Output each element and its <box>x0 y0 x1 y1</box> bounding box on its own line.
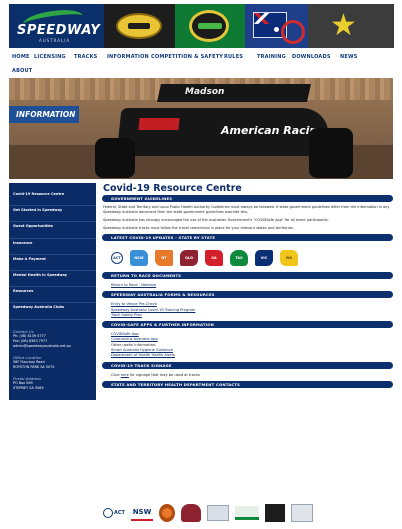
section-covidsafe-apps: COVID-SAFE APPS & FURTHER INFORMATION <box>102 321 393 329</box>
logo-subtext: AUSTRALIA <box>39 38 71 43</box>
section-government-guidelines: GOVERNMENT GUIDELINES <box>102 195 393 202</box>
state-sa-icon[interactable]: SA <box>205 250 223 272</box>
contact-info: Contact Us Ph: (08) 8139 0777 Fax: (08) … <box>9 329 96 391</box>
act-health-logo[interactable]: ACT <box>103 503 125 523</box>
australian-flag-logo[interactable] <box>245 4 308 48</box>
nav-about[interactable]: ABOUT <box>12 68 32 74</box>
nav-downloads[interactable]: DOWNLOADS <box>292 54 340 60</box>
section-health-department-contacts: STATE AND TERRITORY HEALTH DEPARTMENT CO… <box>102 380 393 388</box>
logo-text: SPEEDWAY <box>17 23 101 38</box>
link-return-to-race-national[interactable]: Return to Race - National <box>111 283 393 288</box>
sprintcar-accent <box>138 118 180 130</box>
apps-links: COVIDSafe App Coronavirus Australia App … <box>102 328 393 361</box>
sidebar-item-get-started[interactable]: Get Started in Speedway <box>9 206 96 223</box>
page-title: Covid-19 Resource Centre <box>103 183 242 194</box>
state-vic-icon[interactable]: VIC <box>255 250 273 272</box>
sprintcar-front-wheel <box>95 138 135 178</box>
tas-health-logo[interactable] <box>235 506 259 520</box>
qld-health-logo[interactable] <box>181 504 201 522</box>
section-ribbon-label: INFORMATION <box>16 110 76 119</box>
state-map-icons: ACT NSW NT QLD SA TAS VIC WA <box>102 241 393 272</box>
section-track-signage: COVID-19 TRACK SIGNAGE <box>102 361 393 369</box>
guidelines-paragraph: Federal, State and Territory and Local P… <box>103 205 390 214</box>
sidebar-item-mental-health[interactable]: Mental Health in Speedway <box>9 271 96 288</box>
nav-training[interactable]: TRAINING <box>257 54 292 60</box>
guidelines-paragraph: Speedway Australia has strongly encourag… <box>103 218 329 222</box>
link-health-alerts[interactable]: Department of Health Health Alerts <box>111 353 393 358</box>
state-wa-icon[interactable]: WA <box>280 250 298 272</box>
nsw-health-logo[interactable]: NSW <box>131 505 153 521</box>
state-nt-icon[interactable]: NT <box>155 250 173 272</box>
main-nav: HOME LICENSING TRACKS INFORMATION COMPET… <box>12 50 392 78</box>
nav-information[interactable]: INFORMATION <box>107 54 151 60</box>
header-banner: SPEEDWAY AUSTRALIA ★ <box>9 4 394 48</box>
sidebar-item-insurance[interactable]: Insurance <box>9 239 96 255</box>
postal-line-2: STEPNEY SA 5069 <box>13 385 44 390</box>
forms-links: Entry to Venue Pre-Check Speedway Austra… <box>102 298 393 321</box>
sidebar-item-make-a-payment[interactable]: Make A Payment <box>9 255 96 271</box>
hero-image: Madson American Racing INFORMATION <box>9 78 393 179</box>
state-qld-icon[interactable]: QLD <box>180 250 198 272</box>
signage-suffix: for signage that may be used at tracks <box>128 372 200 377</box>
signage-prefix: Click <box>111 372 121 377</box>
state-nsw-icon[interactable]: NSW <box>130 250 148 272</box>
nav-rules[interactable]: RULES <box>224 54 257 60</box>
wa-health-logo[interactable] <box>291 504 313 522</box>
sprintcar-rear-wheel <box>309 128 353 178</box>
sprintcar-series-logo[interactable] <box>175 4 245 48</box>
nav-licensing[interactable]: LICENSING <box>34 54 74 60</box>
signage-here-link[interactable]: here <box>121 373 129 377</box>
sidebar-item-covid-resource-centre[interactable]: Covid-19 Resource Centre <box>9 190 96 207</box>
star-series-logo[interactable]: ★ <box>308 4 394 48</box>
wing-text: Madson <box>185 87 225 97</box>
sidebar-item-clubs[interactable]: Speedway Australia Clubs <box>9 303 96 320</box>
section-return-to-race: RETURN TO RACE DOCUMENTS <box>102 272 393 279</box>
sidebar-item-resources[interactable]: Resources <box>9 287 96 304</box>
section-state-updates: LATEST COVID-19 UPDATES - STATE BY STATE <box>102 234 393 241</box>
link-track-safety-plan[interactable]: Track Safety Plan <box>111 313 393 318</box>
sidebar-nav: Covid-19 Resource Centre Get Started in … <box>9 183 96 320</box>
section-ribbon: INFORMATION <box>9 106 79 123</box>
sidebar-item-guest-opportunities[interactable]: Guest Opportunities <box>9 222 96 239</box>
main-content: Covid-19 Resource Centre GOVERNMENT GUID… <box>102 183 393 388</box>
nav-competition-safety[interactable]: COMPETITION & SAFETY <box>151 54 224 60</box>
state-tas-icon[interactable]: TAS <box>230 250 248 272</box>
sidebar: Covid-19 Resource Centre Get Started in … <box>9 183 96 400</box>
sprintcar-wing <box>157 84 311 102</box>
signage-text: Click here for signage that may be used … <box>102 369 393 381</box>
return-to-race-links: Return to Race - National <box>102 279 393 291</box>
vic-health-logo[interactable] <box>265 504 285 522</box>
nt-health-logo[interactable] <box>159 504 175 522</box>
nav-news[interactable]: NEWS <box>340 54 358 60</box>
nav-tracks[interactable]: TRACKS <box>74 54 107 60</box>
state-act-icon[interactable]: ACT <box>111 250 123 272</box>
speedway-australia-logo[interactable]: SPEEDWAY AUSTRALIA <box>9 4 104 48</box>
health-department-logos: ACT NSW <box>103 500 393 526</box>
world-series-sprintcars-logo[interactable] <box>104 4 175 48</box>
nav-home[interactable]: HOME <box>12 54 34 60</box>
section-forms-resources: SPEEDWAY AUSTRALIA FORMS & RESOURCES <box>102 291 393 299</box>
government-guidelines-text: Federal, State and Territory and Local P… <box>102 205 393 231</box>
sa-health-logo[interactable] <box>207 505 229 521</box>
